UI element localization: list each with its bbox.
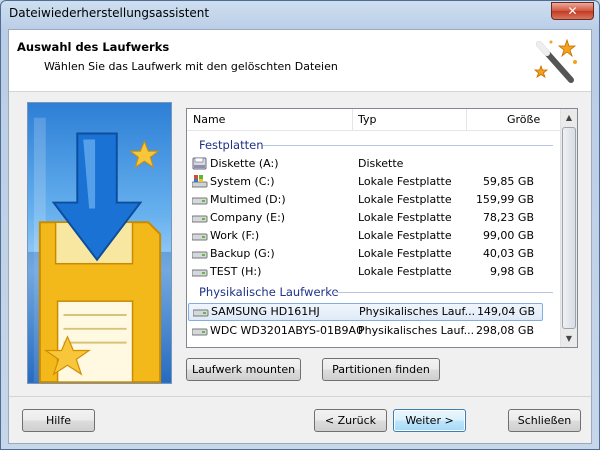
column-header-type[interactable]: Typ [358,113,377,126]
group-divider [333,292,553,293]
wizard-window: Dateiwiederherstellungsassistent ✕ Auswa… [0,0,600,450]
drive-type: Diskette [358,157,404,170]
column-separator[interactable] [352,109,353,131]
group-header-physical: Physikalische Laufwerke [199,285,339,299]
drive-row-c[interactable]: System (C:) Lokale Festplatte 59,85 GB [187,173,562,191]
drive-name: Diskette (A:) [210,157,279,170]
hard-drive-icon [193,309,209,317]
vertical-scrollbar[interactable]: ▲ ▼ [560,109,577,347]
hard-drive-icon [192,328,208,336]
drive-size: 78,23 GB [482,211,534,224]
hard-drive-icon [192,251,208,259]
drive-size: 298,08 GB [475,324,534,337]
magic-wand-icon [533,38,577,83]
system-drive-icon [192,175,208,188]
drive-size: 99,00 GB [482,229,534,242]
drive-type: Lokale Festplatte [358,175,452,188]
drive-name: Multimed (D:) [210,193,286,206]
scroll-down-arrow-icon[interactable]: ▼ [561,330,577,347]
footer-divider [9,396,591,397]
drive-size: 40,03 GB [482,247,534,260]
drive-name: SAMSUNG HD161HJ [211,305,320,318]
help-button[interactable]: Hilfe [22,409,95,432]
drive-row-d[interactable]: Multimed (D:) Lokale Festplatte 159,99 G… [187,191,562,209]
drive-name: TEST (H:) [210,265,262,278]
hard-drive-icon [192,215,208,223]
group-divider [263,145,553,146]
hard-drive-icon [192,233,208,241]
column-header-size[interactable]: Größe [507,113,540,126]
wizard-header: Auswahl des Laufwerks Wählen Sie das Lau… [9,30,591,92]
drive-row-samsung[interactable]: SAMSUNG HD161HJ Physikalisches Lauf... 1… [188,303,543,321]
drive-name: Work (F:) [210,229,260,242]
drive-row-g[interactable]: Backup (G:) Lokale Festplatte 40,03 GB [187,245,562,263]
floppy-drive-icon [192,157,207,170]
drive-name: Backup (G:) [210,247,275,260]
drive-name: Company (E:) [210,211,286,224]
wizard-client-area: Auswahl des Laufwerks Wählen Sie das Lau… [8,29,592,444]
column-header-name[interactable]: Name [193,113,225,126]
drive-list[interactable]: Name Typ Größe Festplatten Diskette (A:)… [186,108,578,348]
drive-size: 149,04 GB [476,305,535,318]
next-button[interactable]: Weiter > [393,409,466,432]
scroll-up-arrow-icon[interactable]: ▲ [561,109,577,126]
drive-name: WDC WD3201ABYS-01B9A0 [210,324,364,337]
floppy-download-illustration [27,102,172,384]
drive-list-header: Name Typ Größe [187,109,562,131]
drive-row-wdc[interactable]: WDC WD3201ABYS-01B9A0 Physikalisches Lau… [187,322,562,340]
window-close-button[interactable]: ✕ [551,2,594,20]
drive-type: Physikalisches Lauf... [358,324,475,337]
drive-type: Lokale Festplatte [358,211,452,224]
drive-row-h[interactable]: TEST (H:) Lokale Festplatte 9,98 GB [187,263,562,281]
page-subtitle: Wählen Sie das Laufwerk mit den gelöscht… [44,60,338,73]
drive-size: 59,85 GB [482,175,534,188]
back-button[interactable]: < Zurück [314,409,387,432]
mount-drive-button[interactable]: Laufwerk mounten [186,358,301,381]
drive-row-a[interactable]: Diskette (A:) Diskette [187,155,562,173]
drive-type: Physikalisches Lauf... [359,305,476,318]
hard-drive-icon [192,197,208,205]
column-separator[interactable] [466,109,467,131]
drive-type: Lokale Festplatte [358,229,452,242]
close-button[interactable]: Schließen [508,409,581,432]
drive-name: System (C:) [210,175,275,188]
scrollbar-thumb[interactable] [562,127,576,329]
drive-type: Lokale Festplatte [358,265,452,278]
drive-type: Lokale Festplatte [358,247,452,260]
drive-row-e[interactable]: Company (E:) Lokale Festplatte 78,23 GB [187,209,562,227]
window-title: Dateiwiederherstellungsassistent [9,6,210,20]
drive-row-f[interactable]: Work (F:) Lokale Festplatte 99,00 GB [187,227,562,245]
title-bar[interactable]: Dateiwiederherstellungsassistent ✕ [1,1,599,27]
drive-type: Lokale Festplatte [358,193,452,206]
drive-size: 9,98 GB [489,265,534,278]
drive-size: 159,99 GB [475,193,534,206]
hard-drive-icon [192,269,208,277]
group-header-festplatten: Festplatten [199,138,264,152]
find-partitions-button[interactable]: Partitionen finden [322,358,440,381]
page-title: Auswahl des Laufwerks [17,40,170,54]
